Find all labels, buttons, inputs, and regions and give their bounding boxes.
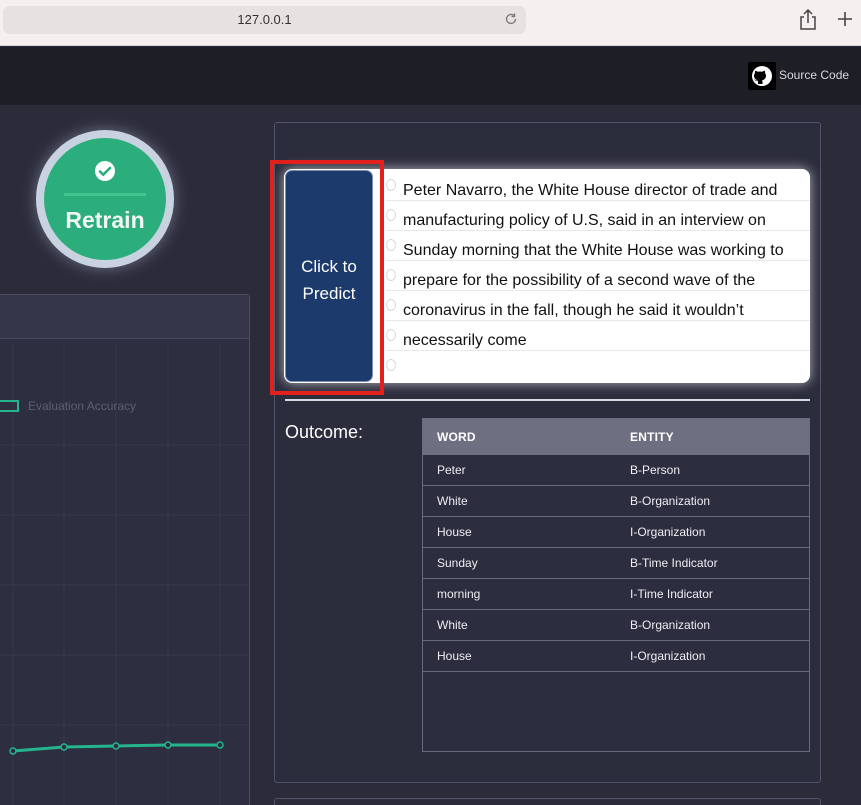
retrain-label: Retrain — [65, 207, 145, 233]
retrain-divider — [64, 193, 146, 196]
table-row: Sunday B-Time Indicator — [423, 548, 809, 579]
section-divider — [285, 399, 810, 401]
accuracy-point — [164, 741, 172, 749]
entity-table: WORD ENTITY Peter B-Person White B-Organ… — [422, 418, 810, 752]
entity-cell: B-Organization — [630, 494, 711, 508]
accuracy-point — [216, 741, 224, 749]
column-header-word: WORD — [437, 430, 476, 444]
retrain-button[interactable]: Retrain — [44, 138, 166, 260]
accuracy-point — [112, 742, 120, 750]
retrain-ring: Retrain — [36, 130, 174, 268]
table-row: White B-Organization — [423, 486, 809, 517]
word-cell: morning — [437, 587, 481, 601]
word-cell: White — [437, 494, 468, 508]
entity-cell: I-Organization — [630, 649, 706, 663]
legend-label[interactable]: Evaluation Accuracy — [28, 399, 136, 413]
check-circle-icon — [95, 161, 115, 181]
predict-highlight-frame — [270, 160, 384, 395]
lower-panel — [274, 798, 821, 805]
share-icon[interactable] — [798, 9, 818, 31]
accuracy-point — [9, 747, 17, 755]
entity-cell: I-Organization — [630, 525, 706, 539]
entity-cell: B-Person — [630, 463, 681, 477]
word-cell: House — [437, 649, 472, 663]
word-cell: White — [437, 618, 468, 632]
column-header-entity: ENTITY — [630, 430, 674, 444]
table-row: Peter B-Person — [423, 455, 809, 486]
reload-icon[interactable] — [504, 12, 518, 26]
accuracy-point — [60, 743, 68, 751]
table-row: White B-Organization — [423, 610, 809, 641]
table-row: House I-Organization — [423, 641, 809, 672]
table-row: House I-Organization — [423, 517, 809, 548]
word-cell: Peter — [437, 463, 466, 477]
accuracy-chart-panel: Evaluation Accuracy — [0, 294, 251, 805]
legend-swatch[interactable] — [0, 400, 19, 412]
word-cell: House — [437, 525, 472, 539]
outcome-label: Outcome: — [285, 422, 364, 442]
article-textarea[interactable]: Peter Navarro, the White House director … — [403, 176, 803, 356]
entity-cell: B-Time Indicator — [630, 556, 718, 570]
address-bar[interactable]: 127.0.0.1 — [3, 6, 526, 34]
new-tab-icon[interactable] — [836, 10, 854, 28]
entity-cell: B-Organization — [630, 618, 711, 632]
github-icon[interactable] — [748, 62, 776, 90]
app-header: Source Code — [0, 47, 861, 105]
browser-toolbar: 127.0.0.1 — [0, 0, 861, 46]
url-text: 127.0.0.1 — [237, 12, 292, 27]
accuracy-chart — [0, 343, 251, 805]
table-header: WORD ENTITY — [423, 419, 809, 455]
table-row: morning I-Time Indicator — [423, 579, 809, 610]
word-cell: Sunday — [437, 556, 478, 570]
source-code-link[interactable]: Source Code — [779, 68, 849, 82]
entity-cell: I-Time Indicator — [630, 587, 713, 601]
